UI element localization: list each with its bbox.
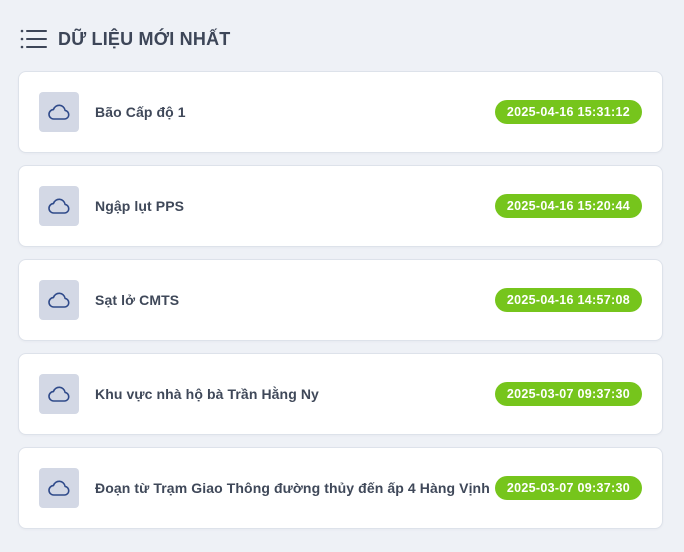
section-header: DỮ LIỆU MỚI NHẤT: [20, 26, 230, 52]
list-item[interactable]: Khu vực nhà hộ bà Trần Hằng Ny 2025-03-0…: [18, 353, 663, 435]
item-label: Bão Cấp độ 1: [95, 104, 186, 120]
timestamp-badge: 2025-04-16 15:31:12: [494, 100, 642, 124]
list-item[interactable]: Bão Cấp độ 1 2025-04-16 15:31:12: [18, 71, 663, 153]
latest-data-list: Bão Cấp độ 1 2025-04-16 15:31:12 Ngập lụ…: [18, 71, 663, 541]
page-title: DỮ LIỆU MỚI NHẤT: [58, 28, 231, 49]
item-label: Đoạn từ Trạm Giao Thông đường thủy đến ấ…: [95, 480, 490, 496]
list-item[interactable]: Ngập lụt PPS 2025-04-16 15:20:44: [18, 165, 663, 247]
list-item[interactable]: Sạt lở CMTS 2025-04-16 14:57:08: [18, 259, 663, 341]
item-label: Sạt lở CMTS: [95, 292, 180, 308]
timestamp-badge: 2025-04-16 15:20:44: [494, 194, 642, 218]
cloud-icon: [39, 374, 79, 414]
timestamp-badge: 2025-03-07 09:37:30: [494, 382, 642, 406]
timestamp-badge: 2025-03-07 09:37:30: [494, 476, 642, 500]
item-label: Ngập lụt PPS: [95, 198, 185, 214]
cloud-icon: [39, 92, 79, 132]
item-label: Khu vực nhà hộ bà Trần Hằng Ny: [95, 386, 319, 402]
cloud-icon: [39, 468, 79, 508]
timestamp-badge: 2025-04-16 14:57:08: [494, 288, 642, 312]
list-item[interactable]: Đoạn từ Trạm Giao Thông đường thủy đến ấ…: [18, 447, 663, 529]
list-icon: [20, 28, 47, 50]
cloud-icon: [39, 186, 79, 226]
cloud-icon: [39, 280, 79, 320]
